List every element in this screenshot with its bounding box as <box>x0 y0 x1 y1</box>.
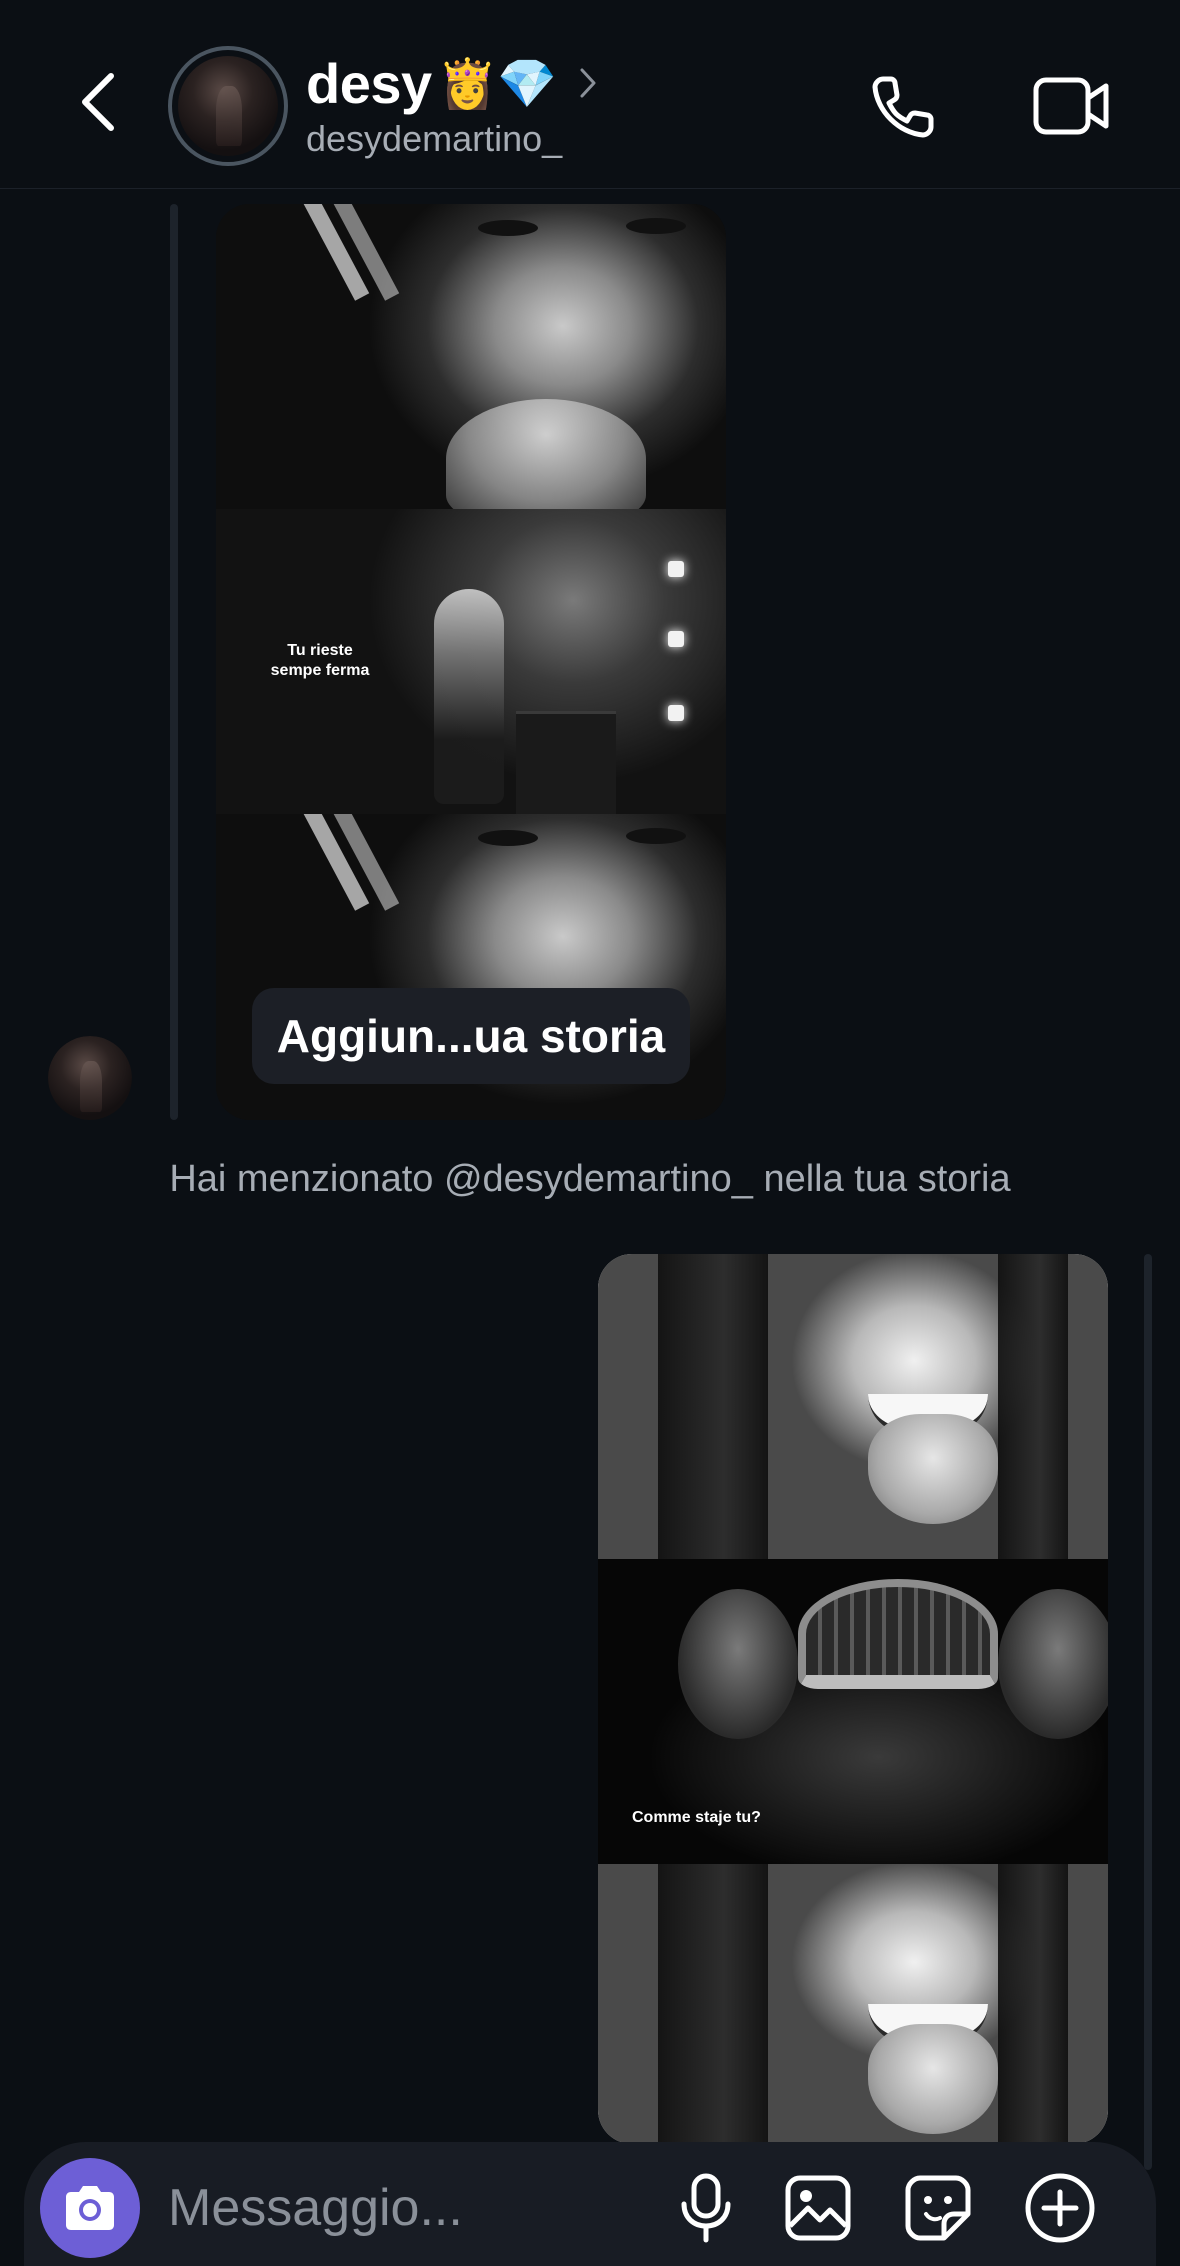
profile-username: desydemartino_ <box>306 118 563 159</box>
plus-circle-icon <box>1025 2173 1095 2243</box>
video-camera-icon <box>1033 77 1109 135</box>
sticker-button[interactable] <box>900 2170 976 2246</box>
phone-icon <box>872 76 934 138</box>
mention-notice: Hai menzionato @desydemartino_ nella tua… <box>169 1158 1011 1200</box>
avatar-image <box>178 56 278 156</box>
camera-button[interactable] <box>40 2158 140 2258</box>
more-options-button[interactable] <box>1022 2170 1098 2246</box>
received-story-card[interactable]: Tu rieste sempe ferma Aggiun...ua storia <box>216 204 726 1120</box>
story-caption: Comme staje tu? <box>632 1809 761 1826</box>
camera-icon <box>66 2186 114 2230</box>
chat-header: desy 👸💎 desydemartino_ <box>0 0 1180 189</box>
avatar-image <box>48 1036 132 1120</box>
reply-thread-bar <box>1144 1254 1152 2170</box>
voice-message-button[interactable] <box>668 2170 744 2246</box>
story-caption: Tu rieste sempe ferma <box>270 642 370 679</box>
story-panel-crown: Comme staje tu? <box>598 1559 1108 1864</box>
gallery-button[interactable] <box>780 2170 856 2246</box>
story-panel-concert: Tu rieste sempe ferma <box>216 509 726 814</box>
sent-story-card[interactable]: Comme staje tu? <box>598 1254 1108 2144</box>
story-panel-portrait <box>216 204 726 509</box>
profile-emoji: 👸💎 <box>437 57 558 111</box>
chevron-right-icon <box>579 66 597 100</box>
voice-call-button[interactable] <box>864 66 944 146</box>
profile-name: desy <box>306 51 432 115</box>
story-panel-smile <box>598 1254 1108 1559</box>
image-icon <box>785 2175 851 2241</box>
chevron-left-icon <box>82 73 114 131</box>
sender-avatar[interactable] <box>48 1036 132 1120</box>
reply-thread-bar <box>170 204 178 1120</box>
message-input[interactable] <box>168 2170 648 2246</box>
video-call-button[interactable] <box>1030 66 1114 146</box>
crown-image <box>798 1579 998 1689</box>
back-button[interactable] <box>62 62 132 142</box>
profile-name-link[interactable]: desy 👸💎 <box>306 48 597 118</box>
add-to-story-button[interactable]: Aggiun...ua storia <box>252 988 690 1084</box>
story-panel-smile-repeat <box>598 1864 1108 2144</box>
profile-avatar[interactable] <box>168 46 288 166</box>
sticker-icon <box>905 2175 971 2241</box>
microphone-icon <box>681 2173 731 2243</box>
